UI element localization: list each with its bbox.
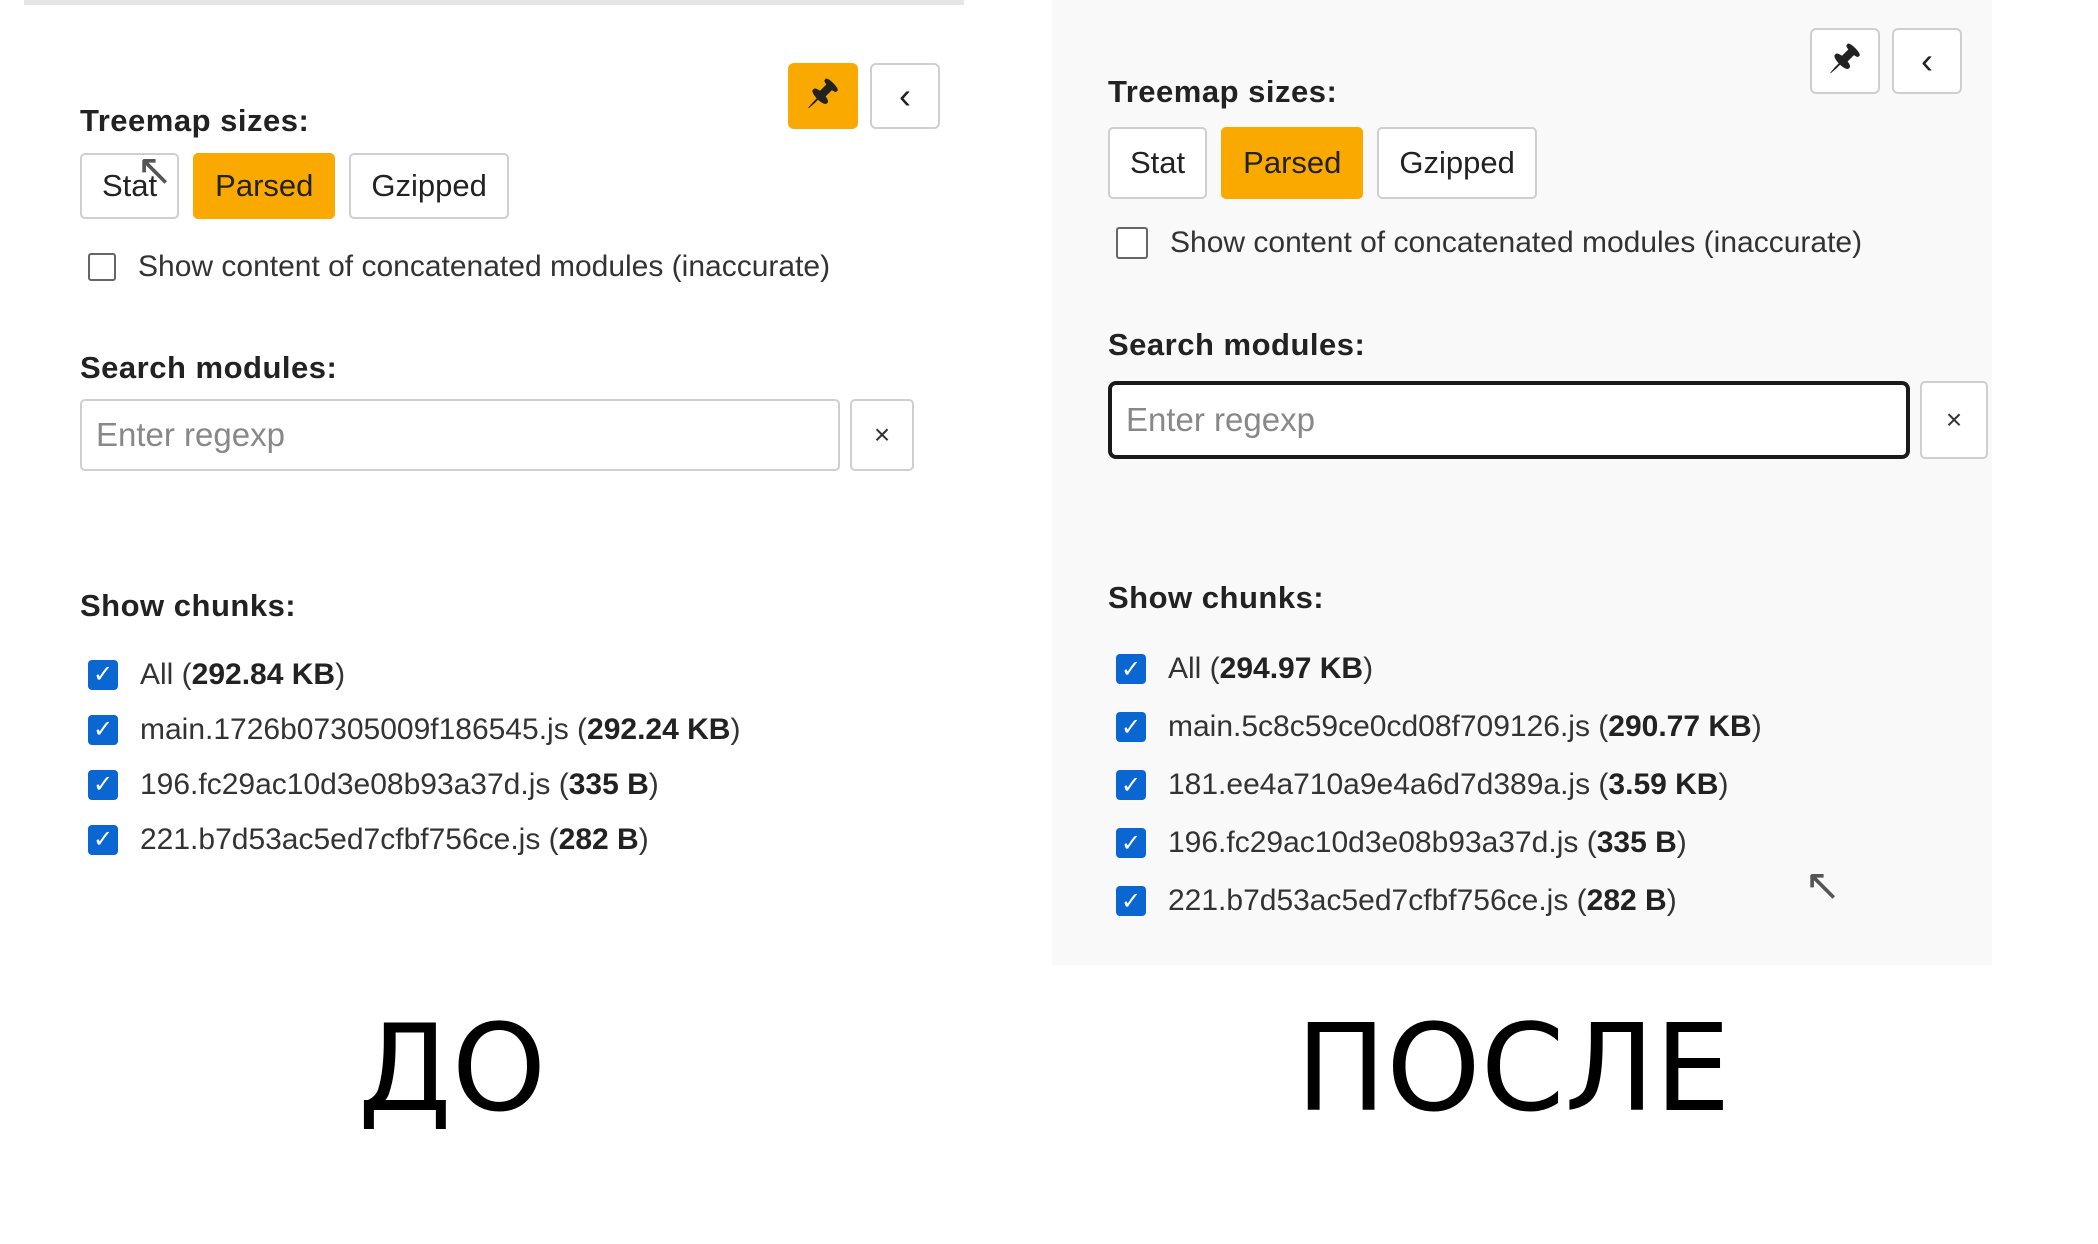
sidebar-controls: 🖈 ‹ xyxy=(788,63,940,129)
concat-option[interactable]: Show content of concatenated modules (in… xyxy=(88,250,830,284)
chunk-item[interactable]: ✓ main.5c8c59ce0cd08f709126.js (290.77 K… xyxy=(1116,698,1762,756)
check-icon[interactable]: ✓ xyxy=(1116,886,1146,916)
concat-option[interactable]: Show content of concatenated modules (in… xyxy=(1116,226,1862,260)
concat-label: Show content of concatenated modules (in… xyxy=(1170,226,1863,259)
size-stat-button[interactable]: Stat xyxy=(1108,127,1208,199)
chunk-name: 221.b7d53ac5ed7cfbf756ce.js (282 B) xyxy=(1168,884,1677,917)
sidebar-controls: 🖈 ‹ xyxy=(1810,28,1962,94)
show-chunks-label: Show chunks: xyxy=(80,588,297,623)
chunk-name: All (294.97 KB) xyxy=(1168,652,1374,685)
after-sidebar: 🖈 ‹ Treemap sizes: Stat Parsed Gzipped S… xyxy=(1052,0,1992,965)
after-caption: ПОСЛЕ xyxy=(1296,1000,1731,1139)
size-switcher: Stat Parsed Gzipped xyxy=(1108,127,1537,199)
pin-icon: 🖈 xyxy=(1828,35,1862,77)
chunk-name: main.1726b07305009f186545.js (292.24 KB) xyxy=(140,712,741,746)
clear-search-button[interactable]: × xyxy=(1920,381,1988,459)
search-input[interactable] xyxy=(80,399,840,471)
chunk-name: All (292.84 KB) xyxy=(140,657,346,691)
chunk-name: 181.ee4a710a9e4a6d7d389a.js (3.59 KB) xyxy=(1168,768,1729,801)
concat-checkbox[interactable] xyxy=(88,253,116,281)
chunk-item[interactable]: ✓ main.1726b07305009f186545.js (292.24 K… xyxy=(88,702,740,757)
mouse-cursor-icon: ↖ xyxy=(136,146,173,195)
chunk-name: 196.fc29ac10d3e08b93a37d.js (335 B) xyxy=(1168,826,1687,859)
clear-search-button[interactable]: × xyxy=(850,399,914,471)
collapse-button[interactable]: ‹ xyxy=(1892,28,1962,94)
treemap-sizes-label: Treemap sizes: xyxy=(1108,74,1338,109)
chunk-item[interactable]: ✓ 196.fc29ac10d3e08b93a37d.js (335 B) xyxy=(88,757,740,812)
chevron-left-icon: ‹ xyxy=(899,75,911,116)
chunk-name: 221.b7d53ac5ed7cfbf756ce.js (282 B) xyxy=(140,822,649,856)
chunk-item[interactable]: ✓ 196.fc29ac10d3e08b93a37d.js (335 B) xyxy=(1116,814,1762,872)
chunk-item[interactable]: ✓ 181.ee4a710a9e4a6d7d389a.js (3.59 KB) xyxy=(1116,756,1762,814)
check-icon[interactable]: ✓ xyxy=(88,659,118,690)
chunk-item[interactable]: ✓ All (292.84 KB) xyxy=(88,647,740,702)
show-chunks-label: Show chunks: xyxy=(1108,580,1325,615)
chunk-list: ✓ All (294.97 KB) ✓ main.5c8c59ce0cd08f7… xyxy=(1116,640,1762,930)
chunk-list: ✓ All (292.84 KB) ✓ main.1726b07305009f1… xyxy=(88,647,740,867)
check-icon[interactable]: ✓ xyxy=(88,824,118,855)
search-input[interactable] xyxy=(1108,381,1910,459)
treemap-sizes-label: Treemap sizes: xyxy=(80,103,310,138)
check-icon[interactable]: ✓ xyxy=(88,769,118,800)
check-icon[interactable]: ✓ xyxy=(1116,654,1146,684)
chevron-left-icon: ‹ xyxy=(1921,40,1933,81)
before-caption: ДО xyxy=(358,1000,547,1139)
chunk-item[interactable]: ✓ 221.b7d53ac5ed7cfbf756ce.js (282 B) xyxy=(88,812,740,867)
concat-checkbox[interactable] xyxy=(1116,227,1148,259)
size-parsed-button[interactable]: Parsed xyxy=(193,153,336,219)
chunk-item[interactable]: ✓ All (294.97 KB) xyxy=(1116,640,1762,698)
concat-label: Show content of concatenated modules (in… xyxy=(138,250,831,283)
check-icon[interactable]: ✓ xyxy=(1116,712,1146,742)
check-icon[interactable]: ✓ xyxy=(1116,770,1146,800)
chunk-name: 196.fc29ac10d3e08b93a37d.js (335 B) xyxy=(140,767,659,801)
check-icon[interactable]: ✓ xyxy=(88,714,118,745)
pin-button[interactable]: 🖈 xyxy=(788,63,858,129)
pin-icon: 🖈 xyxy=(806,70,840,112)
mouse-cursor-icon: ↖ xyxy=(1804,861,1841,910)
chunk-name: main.5c8c59ce0cd08f709126.js (290.77 KB) xyxy=(1168,710,1762,743)
chunk-item[interactable]: ✓ 221.b7d53ac5ed7cfbf756ce.js (282 B) xyxy=(1116,872,1762,930)
check-icon[interactable]: ✓ xyxy=(1116,828,1146,858)
search-modules-label: Search modules: xyxy=(80,350,338,385)
search-bar: × xyxy=(1108,381,1988,459)
size-gzipped-button[interactable]: Gzipped xyxy=(1377,127,1537,199)
size-gzipped-button[interactable]: Gzipped xyxy=(349,153,509,219)
collapse-button[interactable]: ‹ xyxy=(870,63,940,129)
pin-button[interactable]: 🖈 xyxy=(1810,28,1880,94)
before-sidebar: 🖈 ‹ Treemap sizes: Stat Parsed Gzipped S… xyxy=(24,0,964,965)
size-parsed-button[interactable]: Parsed xyxy=(1221,127,1364,199)
search-bar: × xyxy=(80,399,914,471)
search-modules-label: Search modules: xyxy=(1108,327,1366,362)
